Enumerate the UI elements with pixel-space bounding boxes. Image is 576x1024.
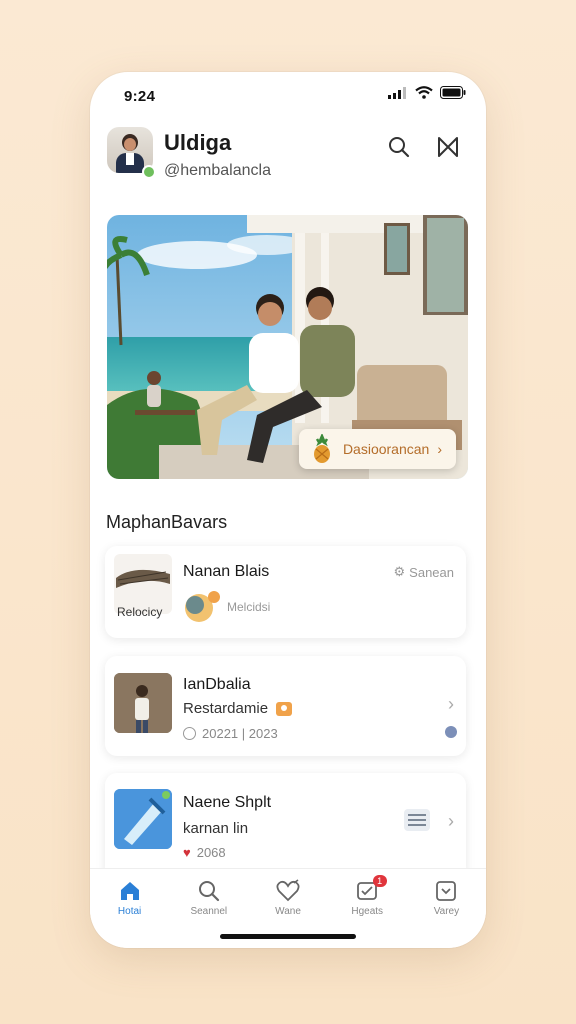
pineapple-icon [313,434,330,463]
search-button[interactable] [384,132,414,162]
list-item[interactable]: Relocicy Nanan Blais ⚙ Sanean Melcidsi [105,546,466,638]
card-title: Nanan Blais [183,563,270,580]
card-subtitle: karnan lin [183,820,249,837]
profile-handle: @hembalancla [164,162,271,179]
card-title: Naene Shplt [183,794,272,811]
tag-icon: ⚙ [393,564,406,579]
search-icon [198,881,219,902]
card-meta: ♥ 2068 [183,845,226,860]
mascot-icon [185,591,220,622]
hero-banner[interactable]: Dasioorancan › [107,215,468,479]
chevron-right-icon[interactable]: › [448,811,454,832]
card-thumb-label: Relocicy [117,605,163,619]
wifi-icon [415,86,433,99]
status-bar: 9:24 [90,72,486,116]
tab-more[interactable]: Varey [407,869,486,948]
home-icon [120,882,139,900]
heart-small-icon: ♥ [183,845,191,860]
hero-cta-label: Dasioorancan [342,441,430,457]
card-subtitle: Restardamie [183,700,269,717]
list-item[interactable]: Naene Shplt karnan lin ♥ 2068 › [105,773,466,883]
online-status-dot [142,165,156,179]
tab-label: Hotai [117,906,142,917]
tab-label: Seannel [190,906,228,917]
battery-icon [440,86,466,99]
tab-label: Hgeats [351,906,384,917]
hero-cta-button[interactable]: Dasioorancan › [298,429,456,469]
home-indicator[interactable] [220,934,356,939]
card-thumbnail [114,789,172,849]
profile-header: Uldiga @hembalancla [90,120,486,190]
chevron-box-icon [436,881,457,901]
notification-badge: 1 [372,875,387,887]
card-badge: ⚙ Sanean [393,564,454,580]
signal-icon [388,86,406,99]
card-thumbnail [114,673,172,733]
status-time: 9:24 [124,88,156,105]
bowtie-share-icon [438,137,458,157]
chevron-right-icon[interactable]: › [448,694,454,715]
status-icons [388,86,466,99]
phone-frame: 9:24 Uldiga @hembalancla Dasioorancan › … [90,72,486,948]
card-meta: 20221 | 2023 [183,726,278,741]
card-title: IanDbalia [183,676,251,693]
tab-label: Varey [433,906,460,917]
chevron-right-icon: › [437,441,442,457]
profile-name: Uldiga [164,130,232,155]
heart-icon [276,879,300,902]
clock-icon [183,727,196,740]
list-item[interactable]: IanDbalia Restardamie 20221 | 2023 › [105,656,466,756]
list-view-icon[interactable] [404,809,430,831]
share-button[interactable] [433,132,463,162]
camera-icon [276,701,293,716]
tab-label: Wane [275,906,301,917]
card-meta: Melcidsi [183,590,270,624]
section-title: MaphanBavars [106,512,228,532]
search-icon [389,137,410,158]
info-dot-icon [445,726,457,738]
tab-home[interactable]: Hotai [90,869,169,948]
